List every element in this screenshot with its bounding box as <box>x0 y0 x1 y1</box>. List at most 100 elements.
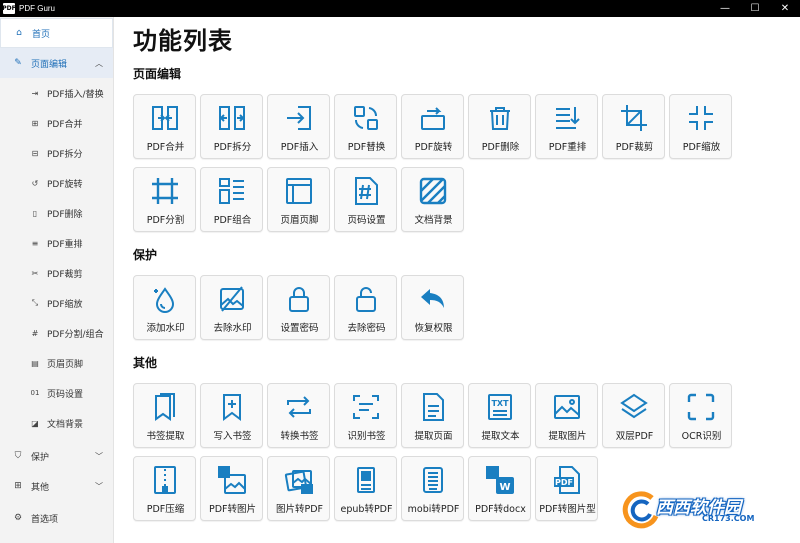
tile-pdf-replace[interactable]: PDF替换 <box>334 94 397 159</box>
tile-pdf-divide[interactable]: PDF分割 <box>133 167 196 232</box>
tile-mobi-to-pdf[interactable]: mobi转PDF <box>401 456 464 521</box>
tile-set-password[interactable]: 设置密码 <box>267 275 330 340</box>
split-icon: ⊟ <box>31 148 39 158</box>
tile-label: mobi转PDF <box>407 504 460 515</box>
tile-image-to-pdf[interactable]: 图片转PDF <box>267 456 330 521</box>
tile-label: PDF裁剪 <box>615 142 654 153</box>
tile-page-number[interactable]: 页码设置 <box>334 167 397 232</box>
tile-label: 页码设置 <box>347 215 386 226</box>
tile-extract-text[interactable]: TXT 提取文本 <box>468 383 531 448</box>
sidebar-item-other[interactable]: ⊞ 其他 ﹀ <box>0 471 113 501</box>
tile-label: 页眉页脚 <box>280 215 319 226</box>
tile-add-watermark[interactable]: 添加水印 <box>133 275 196 340</box>
shrink-icon: ⤡ <box>31 298 39 307</box>
sidebar-item-pdf-crop[interactable]: ✂ PDF裁剪 <box>0 258 113 288</box>
tile-label: PDF压缩 <box>146 504 185 515</box>
bookmark-add-icon <box>223 394 241 421</box>
tile-pdf-delete[interactable]: PDF删除 <box>468 94 531 159</box>
minimize-button[interactable]: — <box>710 0 740 17</box>
merge-icon <box>152 106 178 130</box>
tile-pdf-split[interactable]: PDF拆分 <box>200 94 263 159</box>
tile-recognize-bookmark[interactable]: 识别书签 <box>334 383 397 448</box>
tile-pdf-scale[interactable]: PDF缩放 <box>669 94 732 159</box>
tile-label: PDF插入 <box>280 142 319 153</box>
tile-restore-permission[interactable]: 恢复权限 <box>401 275 464 340</box>
tile-dual-layer-pdf[interactable]: 双层PDF <box>602 383 665 448</box>
frame-icon <box>152 178 178 204</box>
sidebar-item-pdf-delete[interactable]: ▯ PDF删除 <box>0 198 113 228</box>
sidebar-item-page-edit[interactable]: ✎ 页面编辑 ︿ <box>0 48 113 78</box>
tile-convert-bookmark[interactable]: 转换书签 <box>267 383 330 448</box>
sidebar-item-label: 保护 <box>31 452 50 463</box>
tile-write-bookmark[interactable]: 写入书签 <box>200 383 263 448</box>
tile-pdf-crop[interactable]: PDF裁剪 <box>602 94 665 159</box>
tile-label: 识别书签 <box>347 431 386 442</box>
sidebar-item-label: 首选项 <box>31 514 59 525</box>
tile-pdf-to-image-pdf[interactable]: PDF PDF转图片型 <box>535 456 598 521</box>
trash-icon: ▯ <box>32 208 38 218</box>
reorder-icon <box>556 107 580 129</box>
tile-doc-background[interactable]: 文档背景 <box>401 167 464 232</box>
sidebar-item-pdf-insert-replace[interactable]: ⇥ PDF插入/替换 <box>0 78 113 108</box>
shrink-icon <box>689 106 713 130</box>
remove-image-icon <box>220 286 244 312</box>
tile-label: 去除水印 <box>213 323 252 334</box>
document-icon <box>423 393 444 421</box>
tile-header-footer[interactable]: 页眉页脚 <box>267 167 330 232</box>
tile-remove-watermark[interactable]: 去除水印 <box>200 275 263 340</box>
tile-pdf-to-docx[interactable]: W PDF转docx <box>468 456 531 521</box>
sidebar-item-preferences[interactable]: ⚙ 首选项 <box>0 503 113 533</box>
sidebar-item-protect[interactable]: ⛉ 保护 ﹀ <box>0 441 113 471</box>
replace-icon <box>354 106 378 130</box>
epub-file-icon <box>357 467 375 493</box>
window-title: PDF Guru <box>19 4 56 13</box>
tile-label: PDF拆分 <box>213 142 252 153</box>
sidebar-item-header-footer[interactable]: ▤ 页眉页脚 <box>0 348 113 378</box>
sidebar-item-pdf-reorder[interactable]: ≡ PDF重排 <box>0 228 113 258</box>
bookmarks-icon <box>155 393 175 421</box>
rotate-icon: ↺ <box>31 178 39 188</box>
tile-remove-password[interactable]: 去除密码 <box>334 275 397 340</box>
tile-extract-image[interactable]: 提取图片 <box>535 383 598 448</box>
tile-label: 去除密码 <box>347 323 386 334</box>
tile-label: OCR识别 <box>681 431 722 442</box>
sidebar-item-pdf-merge[interactable]: ⊞ PDF合并 <box>0 108 113 138</box>
tile-label: 文档背景 <box>414 215 453 226</box>
gear-icon: ⚙ <box>13 513 23 523</box>
section-title-protect: 保护 <box>133 248 158 262</box>
tile-pdf-merge[interactable]: PDF合并 <box>133 94 196 159</box>
unlock-icon <box>356 287 376 312</box>
sidebar-item-pdf-scale[interactable]: ⤡ PDF缩放 <box>0 288 113 318</box>
trash-icon <box>490 107 510 130</box>
sidebar-item-label: 其他 <box>31 482 50 493</box>
tile-label: epub转PDF <box>340 504 393 515</box>
tile-pdf-rotate[interactable]: PDF旋转 <box>401 94 464 159</box>
tile-extract-page[interactable]: 提取页面 <box>401 383 464 448</box>
tile-epub-to-pdf[interactable]: epub转PDF <box>334 456 397 521</box>
tile-pdf-to-image[interactable]: PDF转图片 <box>200 456 263 521</box>
sidebar-item-home[interactable]: ⌂ 首页 <box>0 18 113 48</box>
sidebar-item-pdf-split-combine[interactable]: # PDF分割/组合 <box>0 318 113 348</box>
close-button[interactable]: ✕ <box>770 0 800 17</box>
edit-icon: ✎ <box>14 58 22 68</box>
tile-pdf-combine[interactable]: PDF组合 <box>200 167 263 232</box>
maximize-button[interactable]: ☐ <box>740 0 770 17</box>
tile-pdf-compress[interactable]: PDF压缩 <box>133 456 196 521</box>
sidebar-item-pdf-split[interactable]: ⊟ PDF拆分 <box>0 138 113 168</box>
split-icon <box>219 106 245 130</box>
svg-text:W: W <box>499 482 510 493</box>
mobi-file-icon <box>423 467 443 493</box>
tile-label: PDF合并 <box>146 142 185 153</box>
tile-pdf-reorder[interactable]: PDF重排 <box>535 94 598 159</box>
tile-label: PDF删除 <box>481 142 520 153</box>
sidebar-item-doc-background[interactable]: ◪ 文档背景 <box>0 408 113 438</box>
sidebar-item-pdf-rotate[interactable]: ↺ PDF旋转 <box>0 168 113 198</box>
crop-icon <box>621 105 647 131</box>
tile-pdf-insert[interactable]: PDF插入 <box>267 94 330 159</box>
tile-extract-bookmark[interactable]: 书签提取 <box>133 383 196 448</box>
tile-ocr[interactable]: OCR识别 <box>669 383 732 448</box>
sidebar-item-page-number[interactable]: 01 页码设置 <box>0 378 113 408</box>
tile-label: 书签提取 <box>146 431 185 442</box>
sidebar-item-label: 首页 <box>32 29 51 40</box>
reorder-icon: ≡ <box>31 238 39 248</box>
